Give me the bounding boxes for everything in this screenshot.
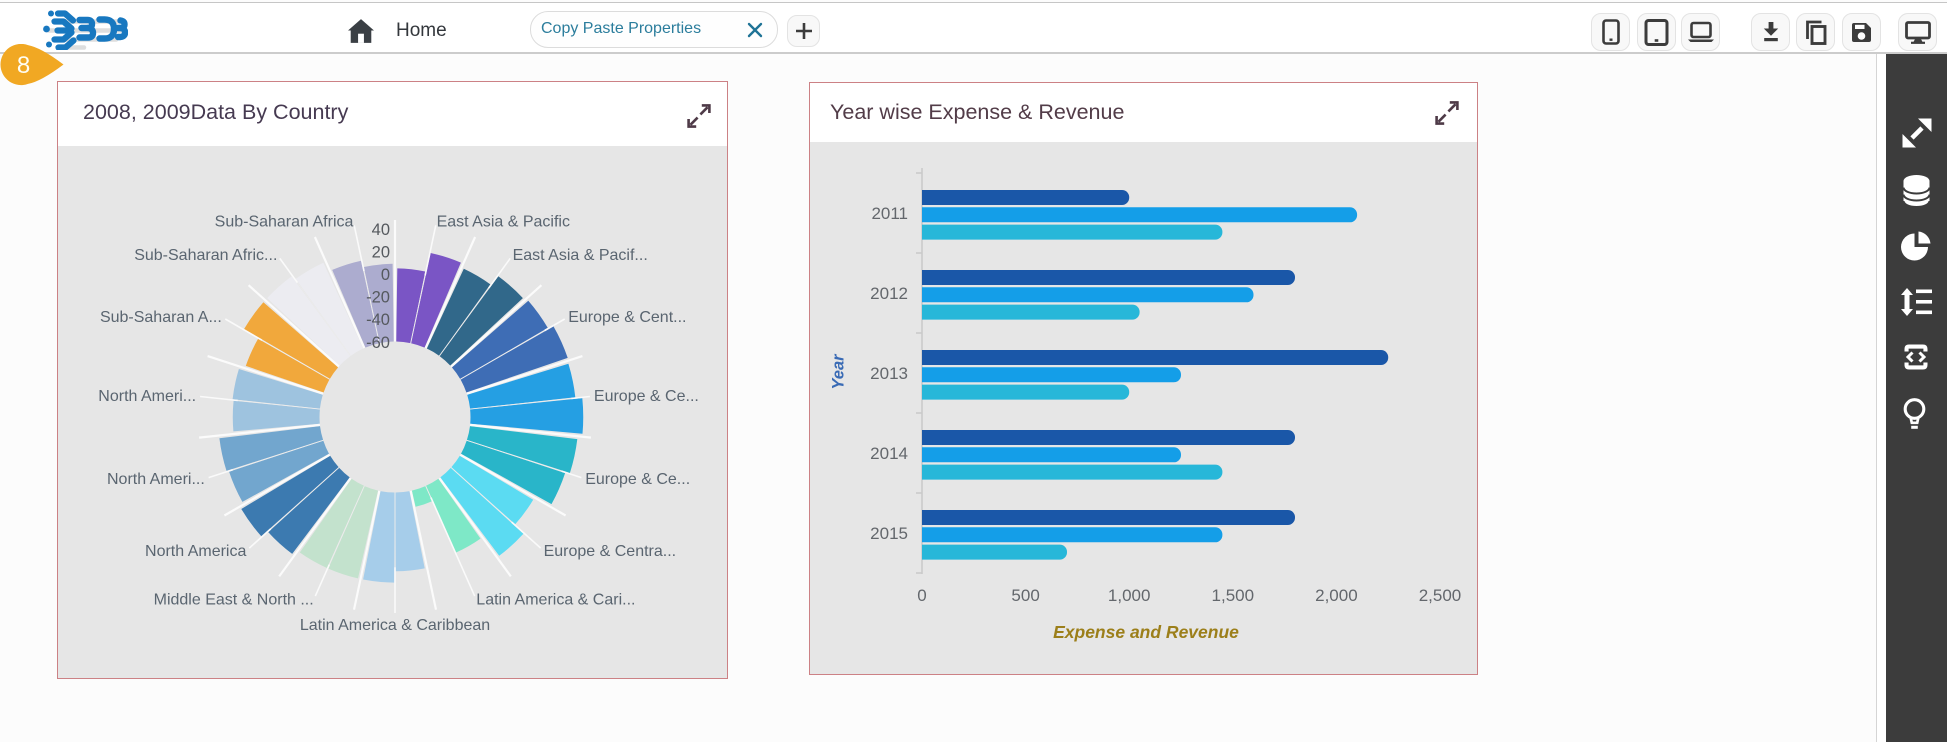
svg-text:Europe & Cent...: Europe & Cent... [568, 309, 686, 326]
svg-text:Sub-Saharan Africa: Sub-Saharan Africa [215, 213, 354, 230]
svg-text:20: 20 [372, 243, 390, 261]
svg-text:Sub-Saharan Afric...: Sub-Saharan Afric... [134, 247, 277, 264]
svg-text:-20: -20 [366, 289, 390, 307]
svg-text:2015: 2015 [870, 524, 908, 543]
svg-text:2013: 2013 [870, 364, 908, 383]
svg-text:2,000: 2,000 [1315, 586, 1358, 605]
svg-text:Middle East & North ...: Middle East & North ... [154, 592, 314, 609]
svg-text:1,000: 1,000 [1108, 586, 1151, 605]
svg-text:-60: -60 [366, 334, 390, 352]
svg-text:Europe & Ce...: Europe & Ce... [594, 388, 699, 405]
svg-text:0: 0 [381, 266, 390, 284]
svg-text:2,500: 2,500 [1419, 586, 1462, 605]
svg-text:-40: -40 [366, 311, 390, 329]
svg-text:North Ameri...: North Ameri... [107, 471, 205, 488]
svg-text:North America: North America [145, 543, 246, 560]
svg-text:Latin America & Caribbean: Latin America & Caribbean [300, 617, 490, 634]
svg-text:Year: Year [830, 353, 848, 390]
svg-text:8: 8 [17, 52, 30, 79]
svg-text:Latin America & Cari...: Latin America & Cari... [476, 592, 635, 609]
svg-text:East Asia & Pacif...: East Asia & Pacif... [513, 247, 648, 264]
svg-text:2011: 2011 [871, 204, 908, 223]
svg-text:Expense and Revenue: Expense and Revenue [1053, 622, 1239, 642]
svg-text:40: 40 [372, 221, 390, 239]
svg-text:East Asia & Pacific: East Asia & Pacific [437, 213, 570, 230]
svg-text:500: 500 [1011, 586, 1039, 605]
svg-text:Europe & Ce...: Europe & Ce... [585, 471, 690, 488]
svg-text:1,500: 1,500 [1212, 586, 1255, 605]
svg-text:0: 0 [917, 586, 926, 605]
svg-text:Europe & Centra...: Europe & Centra... [544, 543, 677, 560]
svg-text:North Ameri...: North Ameri... [98, 388, 196, 405]
svg-text:2012: 2012 [870, 284, 908, 303]
svg-text:2014: 2014 [870, 444, 908, 463]
svg-text:Sub-Saharan A...: Sub-Saharan A... [100, 309, 222, 326]
